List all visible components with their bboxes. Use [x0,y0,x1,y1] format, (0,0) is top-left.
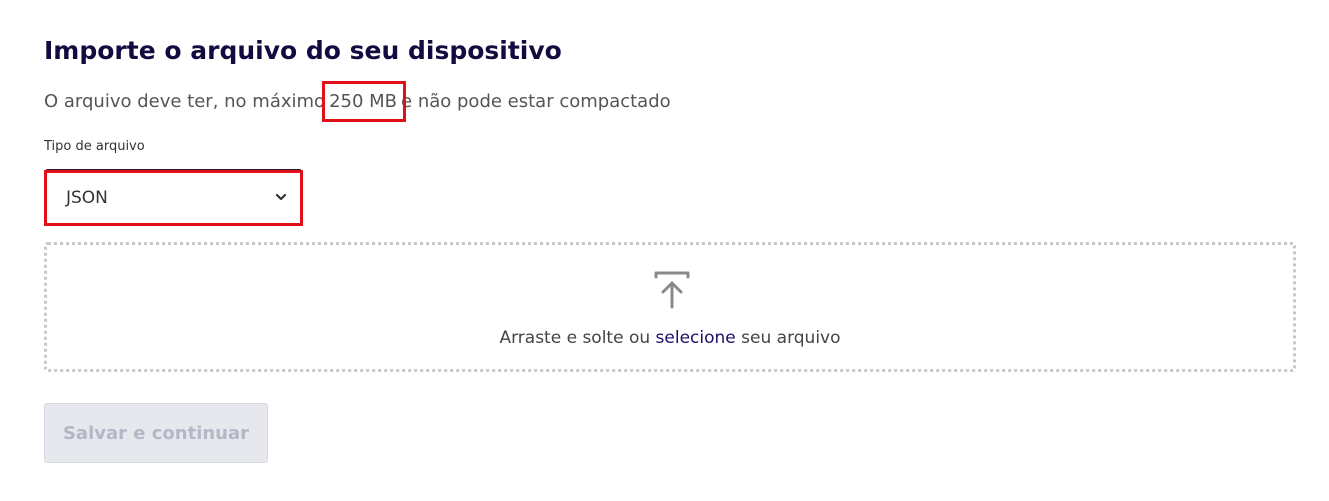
save-and-continue-button[interactable]: Salvar e continuar [44,403,268,463]
page-title: Importe o arquivo do seu dispositivo [44,36,562,65]
file-type-select[interactable]: JSON [44,169,303,226]
file-dropzone[interactable]: Arraste e solte ou selecione seu arquivo [44,242,1296,372]
file-type-label: Tipo de arquivo [44,139,145,154]
dropzone-instructions: Arraste e solte ou selecione seu arquivo [47,328,1293,348]
file-size-hint-suffix: e não pode estar compactado [401,91,671,112]
file-size-hint-prefix: O arquivo deve ter, no máximo [44,91,326,112]
max-file-size: 250 MB [322,81,406,122]
upload-icon [654,271,690,309]
file-type-selected-value: JSON [66,188,108,208]
file-size-hint: O arquivo deve ter, no máximo 250 MB e não… [44,81,671,122]
dropzone-text-suffix: seu arquivo [741,328,841,348]
dropzone-text-prefix: Arraste e solte ou [499,328,651,348]
select-file-link[interactable]: selecione [656,328,736,348]
chevron-down-icon [275,193,287,201]
